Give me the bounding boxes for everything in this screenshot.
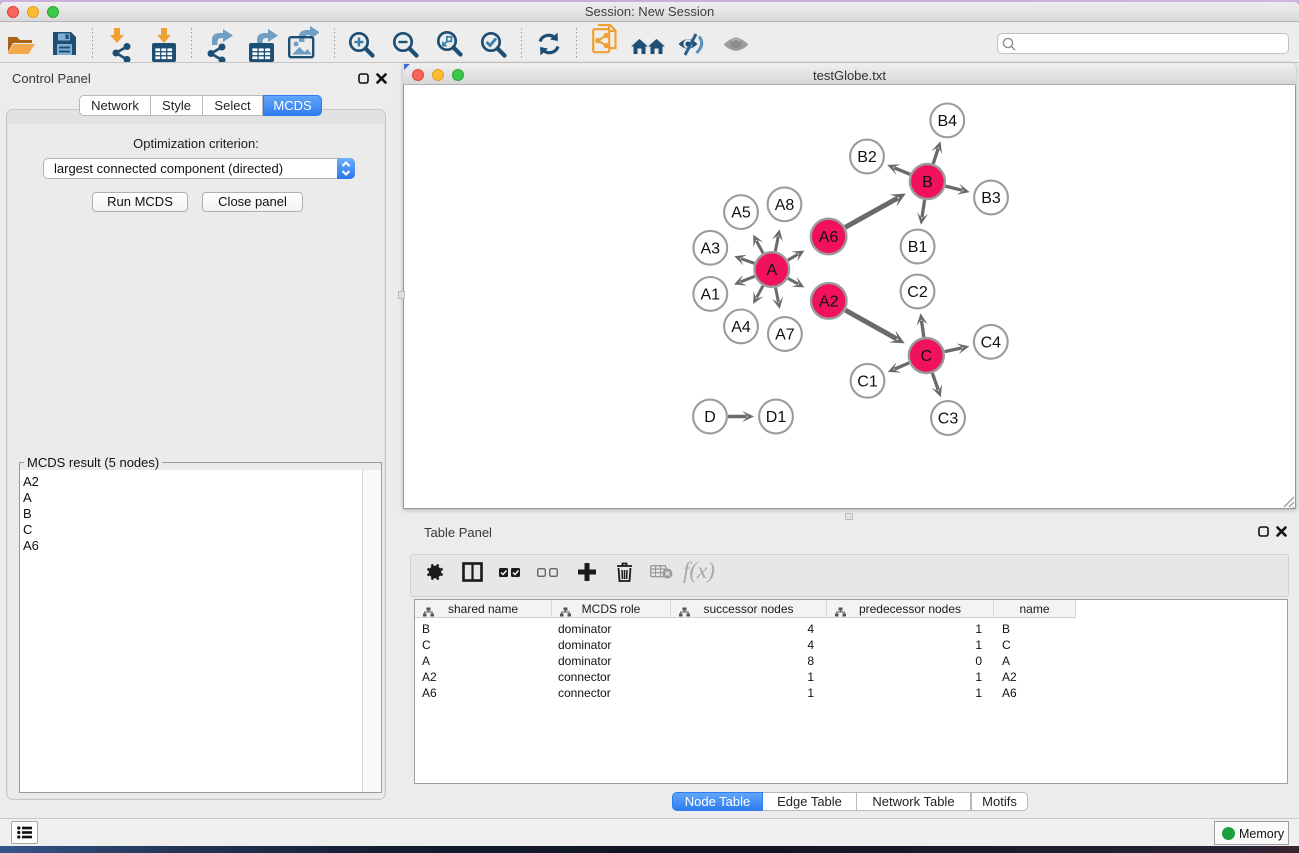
- svg-text:A1: A1: [701, 287, 721, 304]
- svg-text:B3: B3: [981, 190, 1001, 207]
- svg-text:A: A: [766, 262, 777, 279]
- svg-text:A2: A2: [819, 294, 839, 311]
- svg-text:D1: D1: [766, 409, 787, 426]
- svg-text:A8: A8: [775, 197, 795, 214]
- svg-text:B2: B2: [857, 149, 877, 166]
- svg-text:A4: A4: [731, 319, 751, 336]
- svg-text:A6: A6: [819, 229, 839, 246]
- svg-text:A3: A3: [701, 240, 721, 257]
- svg-text:C3: C3: [938, 411, 959, 428]
- svg-text:B: B: [922, 174, 933, 191]
- svg-text:C: C: [921, 348, 933, 365]
- svg-text:D: D: [704, 409, 716, 426]
- svg-text:A7: A7: [775, 327, 795, 344]
- svg-text:C2: C2: [907, 284, 928, 301]
- svg-text:B1: B1: [908, 239, 928, 256]
- svg-text:C4: C4: [981, 334, 1002, 351]
- svg-text:C1: C1: [857, 373, 878, 390]
- svg-text:A5: A5: [731, 205, 751, 222]
- svg-text:B4: B4: [938, 113, 958, 130]
